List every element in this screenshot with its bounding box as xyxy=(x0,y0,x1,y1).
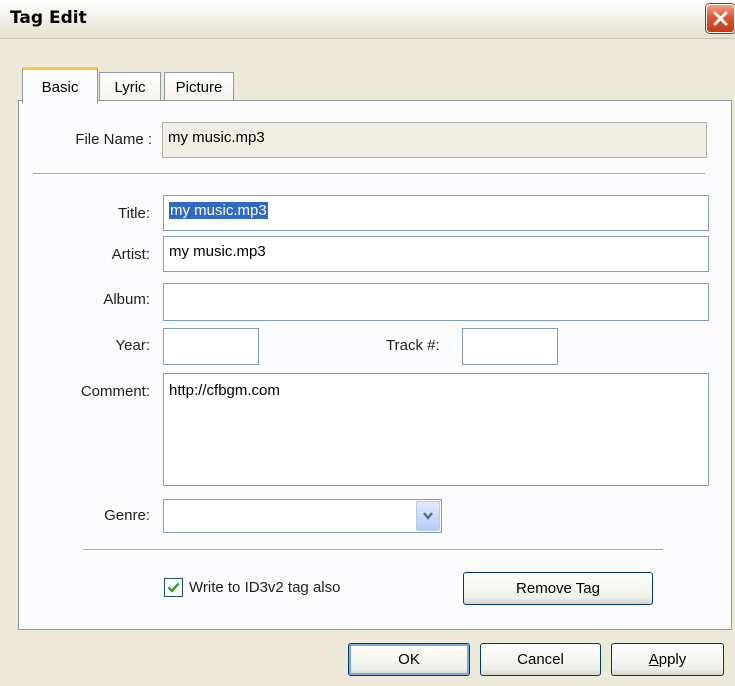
year-input[interactable] xyxy=(163,328,259,365)
checkmark-icon xyxy=(167,582,180,593)
tab-lyric[interactable]: Lyric xyxy=(99,72,161,101)
tab-basic[interactable]: Basic xyxy=(22,67,98,104)
genre-label: Genre: xyxy=(104,507,150,524)
apply-button[interactable]: Apply xyxy=(611,643,724,676)
track-input[interactable] xyxy=(462,328,558,365)
remove-tag-button[interactable]: Remove Tag xyxy=(463,572,653,605)
separator-bottom xyxy=(83,549,663,551)
close-button[interactable] xyxy=(706,4,735,33)
album-label: Album: xyxy=(103,291,150,308)
artist-label: Artist: xyxy=(111,246,150,263)
close-icon xyxy=(713,11,728,26)
track-label: Track #: xyxy=(386,337,440,354)
artist-input[interactable]: my music.mp3 xyxy=(163,236,709,272)
cancel-button[interactable]: Cancel xyxy=(480,643,601,676)
year-label: Year: xyxy=(115,337,150,354)
apply-mnemonic: A xyxy=(648,651,659,668)
title-input[interactable]: my music.mp3 xyxy=(163,195,709,231)
ok-button[interactable]: OK xyxy=(348,643,470,676)
separator-top xyxy=(33,173,705,175)
tab-lyric-label: Lyric xyxy=(114,78,146,96)
genre-dropdown-button[interactable] xyxy=(416,501,440,531)
title-value: my music.mp3 xyxy=(169,202,268,219)
window-title: Tag Edit xyxy=(10,8,87,28)
tab-picture[interactable]: Picture xyxy=(164,72,234,101)
write-id3v2-checkbox[interactable] xyxy=(164,578,183,597)
basic-tab-panel: File Name : my music.mp3 Title: my music… xyxy=(18,100,732,630)
genre-select[interactable] xyxy=(163,499,442,533)
title-label: Title: xyxy=(118,205,150,222)
write-id3v2-label[interactable]: Write to ID3v2 tag also xyxy=(189,579,340,596)
tab-picture-label: Picture xyxy=(175,78,223,96)
title-bar[interactable]: Tag Edit xyxy=(0,0,735,39)
album-input[interactable] xyxy=(163,283,709,321)
comment-label: Comment: xyxy=(80,383,150,400)
chevron-down-icon xyxy=(423,512,433,520)
file-name-field: my music.mp3 xyxy=(162,122,707,158)
tag-edit-dialog: Tag Edit Basic Lyric Picture File Name :… xyxy=(0,0,735,686)
apply-label-post: pply xyxy=(658,651,687,668)
comment-textarea[interactable]: http://cfbgm.com xyxy=(163,373,709,486)
file-name-label: File Name : xyxy=(75,131,152,148)
tab-basic-label: Basic xyxy=(41,78,79,96)
